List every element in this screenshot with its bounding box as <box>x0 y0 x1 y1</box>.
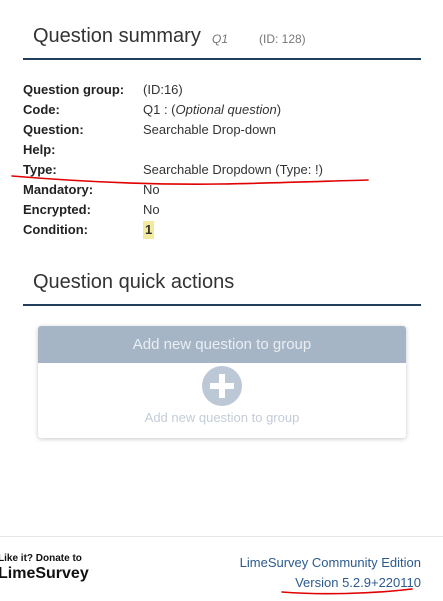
condition-badge[interactable]: 1 <box>143 221 155 239</box>
mandatory-value: No <box>143 182 160 197</box>
condition-value: 1 <box>143 220 155 240</box>
code-value: Q1 : (Optional question) <box>143 100 281 120</box>
summary-row-question-group: Question group: (ID:16) <box>23 80 423 100</box>
donate-line: Like it? Donate to <box>0 553 82 564</box>
question-label: Question: <box>23 122 84 137</box>
question-group-label: Question group: <box>23 82 125 97</box>
summary-row-help: Help: <box>23 140 423 160</box>
code-value-suffix: ) <box>276 102 282 117</box>
question-group-value: (ID:16) <box>143 82 183 97</box>
question-summary-header: Question summary Q1 (ID: 128) <box>23 20 421 60</box>
type-value: Searchable Dropdown (Type: !) <box>143 162 323 177</box>
code-value-prefix: Q1 : ( <box>143 102 176 117</box>
summary-row-condition: Condition: 1 <box>23 220 423 240</box>
donate-link[interactable]: Like it? Donate to LimeSurvey <box>0 554 89 582</box>
question-id-label: (ID: 128) <box>259 32 306 46</box>
summary-row-encrypted: Encrypted: No <box>23 200 423 220</box>
question-value: Searchable Drop-down <box>143 122 276 137</box>
question-summary-page: Question summary Q1 (ID: 128) Question g… <box>0 0 443 601</box>
plus-circle-icon[interactable] <box>202 366 242 406</box>
summary-row-question: Question: Searchable Drop-down <box>23 120 423 140</box>
help-label: Help: <box>23 142 56 157</box>
add-question-card-label[interactable]: Add new question to group <box>38 410 406 425</box>
question-summary-table: Question group: (ID:16) Code: Q1 : (Opti… <box>23 80 423 240</box>
type-label: Type: <box>23 162 57 177</box>
condition-label: Condition: <box>23 222 88 237</box>
question-summary-title: Question summary <box>33 25 201 47</box>
donate-brand: LimeSurvey <box>0 565 89 582</box>
summary-row-code: Code: Q1 : (Optional question) <box>23 100 423 120</box>
quick-actions-title: Question quick actions <box>33 271 235 293</box>
code-label: Code: <box>23 102 60 117</box>
mandatory-label: Mandatory: <box>23 182 94 197</box>
add-question-card-header[interactable]: Add new question to group <box>38 326 406 363</box>
add-question-card[interactable]: Add new question to group Add new questi… <box>38 326 406 438</box>
optional-question-note: Optional question <box>175 102 277 117</box>
question-code-label: Q1 <box>212 32 229 46</box>
edition-link[interactable]: LimeSurvey Community Edition <box>240 555 421 570</box>
version-label[interactable]: Version 5.2.9+220110 <box>295 575 421 590</box>
quick-actions-header: Question quick actions <box>23 266 421 306</box>
footer-divider <box>0 536 443 537</box>
encrypted-value: No <box>143 202 160 217</box>
summary-row-mandatory: Mandatory: No <box>23 180 423 200</box>
encrypted-label: Encrypted: <box>23 202 91 217</box>
summary-row-type: Type: Searchable Dropdown (Type: !) <box>23 160 423 180</box>
